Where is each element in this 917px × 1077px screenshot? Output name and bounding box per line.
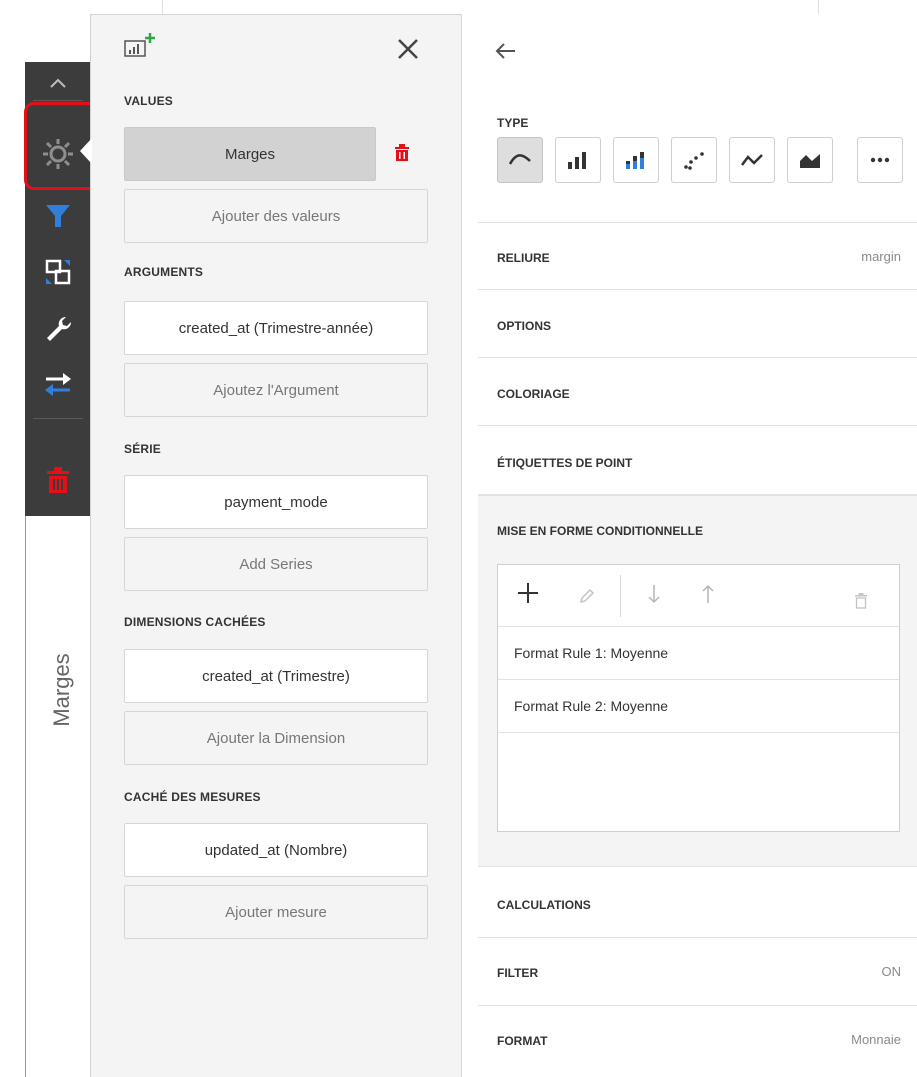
format-rules-toolbar (498, 565, 899, 627)
conditional-formatting-title: MISE EN FORME CONDITIONNELLE (497, 524, 704, 538)
format-rules-list: Format Rule 1: Moyenne Format Rule 2: Mo… (497, 564, 900, 832)
edit-rule-button[interactable] (578, 583, 596, 609)
pencil-icon (579, 588, 595, 604)
calculations-row[interactable]: CALCULATIONS (478, 868, 917, 938)
toolbar-divider (33, 418, 83, 419)
trash-icon (855, 593, 867, 609)
values-section-title: VALUES (124, 94, 173, 108)
stacked-bar-chart-icon (626, 152, 644, 169)
type-stacked-bar-button[interactable] (613, 137, 659, 183)
delete-item-button[interactable] (25, 458, 91, 502)
type-line-button[interactable] (729, 137, 775, 183)
options-button[interactable] (25, 306, 91, 350)
add-argument-button[interactable]: Ajoutez l'Argument (124, 363, 428, 417)
series-section-title: SÉRIE (124, 442, 162, 456)
chevron-up-icon (50, 78, 66, 88)
options-label: OPTIONS (497, 319, 552, 333)
filter-icon (46, 205, 70, 227)
bar-chart-icon (568, 152, 586, 169)
more-icon (870, 157, 890, 163)
add-values-button[interactable]: Ajouter des valeurs (124, 189, 428, 243)
binding-value: margin (861, 249, 901, 264)
add-rule-button[interactable] (516, 581, 540, 609)
add-measure-button[interactable]: Ajouter mesure (124, 885, 428, 939)
remove-value-button[interactable] (394, 144, 410, 167)
arrow-left-icon (495, 43, 515, 59)
layout-icon (45, 259, 71, 285)
item-caption-vertical: Marges (49, 653, 74, 727)
format-rule-item[interactable]: Format Rule 1: Moyenne (498, 627, 899, 680)
swap-icon (45, 373, 71, 396)
add-dimension-button[interactable]: Ajouter la Dimension (124, 711, 428, 765)
format-row[interactable]: FORMAT Monnaie (478, 1006, 917, 1077)
scatter-chart-icon (684, 152, 704, 170)
arrow-up-icon (702, 584, 714, 603)
spline-chart-icon (508, 154, 531, 165)
line-chart-icon (741, 154, 763, 166)
background-divider (818, 0, 819, 14)
point-labels-row[interactable]: ÉTIQUETTES DE POINT (478, 426, 917, 495)
arguments-section-title: ARGUMENTS (124, 265, 204, 279)
type-scatter-button[interactable] (671, 137, 717, 183)
filter-row[interactable]: FILTER ON (478, 938, 917, 1006)
hidden-dimensions-item[interactable]: created_at (Trimestre) (124, 649, 428, 703)
toolbar-divider (33, 100, 83, 101)
binding-row[interactable]: RELIURE margin (478, 223, 917, 290)
hidden-measures-title: CACHÉ DES MESURES (124, 790, 261, 804)
panel-border (25, 516, 26, 1077)
background-divider (162, 0, 163, 14)
wrench-icon (47, 316, 72, 341)
type-spline-button[interactable] (497, 137, 543, 183)
hidden-dimensions-title: DIMENSIONS CACHÉES (124, 615, 266, 629)
calculations-label: CALCULATIONS (497, 898, 591, 912)
options-row[interactable]: OPTIONS (478, 290, 917, 358)
filter-button[interactable] (25, 194, 91, 238)
series-item[interactable]: payment_mode (124, 475, 428, 529)
hidden-measures-item[interactable]: updated_at (Nombre) (124, 823, 428, 877)
collapse-button[interactable] (25, 68, 91, 98)
back-button[interactable] (494, 38, 516, 64)
point-labels-label: ÉTIQUETTES DE POINT (497, 456, 633, 470)
move-down-button[interactable] (646, 583, 662, 609)
filter-label: FILTER (497, 966, 539, 980)
close-button[interactable] (397, 36, 419, 66)
delete-rule-button[interactable] (854, 587, 868, 613)
convert-button[interactable] (25, 362, 91, 406)
type-area-button[interactable] (787, 137, 833, 183)
type-section-title: TYPE (497, 116, 529, 130)
format-rule-item[interactable]: Format Rule 2: Moyenne (498, 680, 899, 733)
values-item[interactable]: Marges (124, 127, 376, 181)
trash-icon (395, 144, 409, 161)
add-series-button[interactable]: Add Series (124, 537, 428, 591)
layout-button[interactable] (25, 250, 91, 294)
arrow-down-icon (648, 585, 660, 604)
plus-icon (518, 583, 538, 603)
type-more-button[interactable] (857, 137, 903, 183)
arguments-item[interactable]: created_at (Trimestre-année) (124, 301, 428, 355)
panel-pointer (80, 138, 92, 164)
toolbar-separator (620, 575, 621, 617)
close-icon (398, 39, 418, 59)
chart-add-icon (124, 31, 158, 66)
coloring-row[interactable]: COLORIAGE (478, 358, 917, 426)
binding-label: RELIURE (497, 251, 550, 265)
move-up-button[interactable] (700, 583, 716, 609)
format-value: Monnaie (851, 1032, 901, 1047)
type-bar-button[interactable] (555, 137, 601, 183)
area-chart-icon (800, 154, 820, 168)
trash-icon (47, 467, 69, 493)
format-label: FORMAT (497, 1034, 548, 1048)
filter-value: ON (881, 964, 902, 979)
coloring-label: COLORIAGE (497, 387, 570, 401)
